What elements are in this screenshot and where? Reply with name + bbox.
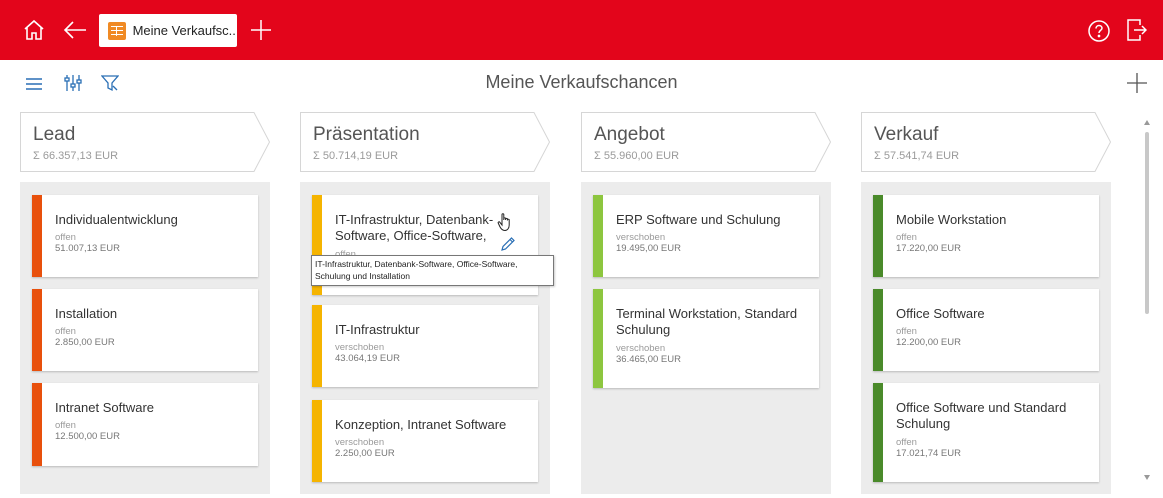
opportunity-card[interactable]: Mobile Workstation offen 17.220,00 EUR [873,195,1099,277]
tooltip: IT-Infrastruktur, Datenbank-Software, Of… [311,255,554,286]
opportunity-card[interactable]: ERP Software und Schulung verschoben 19.49… [593,195,819,277]
card-status: verschoben [616,343,666,354]
column-title: Präsentation [313,124,420,145]
stage-color-bar [593,289,603,388]
card-status: offen [896,437,917,448]
column-title: Angebot [594,124,665,145]
card-amount: 2.850,00 EUR [55,337,115,348]
opportunity-card[interactable]: IT-Infrastruktur verschoben 43.064,19 EUR [312,305,538,387]
stage-color-bar [593,195,603,277]
card-status: verschoben [335,342,385,353]
card-title: Mobile Workstation [896,212,1007,227]
card-amount: 17.021,74 EUR [896,448,961,459]
column-header[interactable]: Präsentation Σ 50.714,19 EUR [300,112,550,172]
column-header[interactable]: Lead Σ 66.357,13 EUR [20,112,270,172]
column-sum: Σ 50.714,19 EUR [313,150,399,162]
card-amount: 36.465,00 EUR [616,354,681,365]
card-status: offen [55,326,76,337]
card-status: verschoben [616,232,666,243]
card-title: Individualentwicklung [55,212,178,227]
card-status: offen [55,232,76,243]
app-header: Meine Verkaufsc... [0,0,1163,60]
column-body: ERP Software und Schulung verschoben 19.49… [581,182,831,494]
opportunity-card[interactable]: Terminal Workstation, Standard Schulung v… [593,289,819,388]
card-title: Intranet Software [55,400,154,415]
column-body: Individualentwicklung offen 51.007,13 EUR I… [20,182,270,494]
column-header[interactable]: Angebot Σ 55.960,00 EUR [581,112,831,172]
column-title: Verkauf [874,124,939,145]
card-amount: 12.200,00 EUR [896,337,961,348]
card-status: offen [896,232,917,243]
opportunity-card[interactable]: Office Software und Standard Schulung off… [873,383,1099,482]
card-status: offen [55,420,76,431]
help-icon[interactable] [1086,18,1112,44]
opportunity-card[interactable]: Installation offen 2.850,00 EUR [32,289,258,371]
table-icon [108,21,126,40]
card-status: offen [896,326,917,337]
stage-color-bar [312,400,322,482]
logout-icon[interactable] [1123,17,1149,43]
stage-color-bar [32,383,42,466]
card-title: Office Software und Standard Schulung [896,400,1067,431]
plus-icon[interactable] [249,18,273,42]
tab-meine-verkaufschancen[interactable]: Meine Verkaufsc... [99,14,237,47]
stage-color-bar [873,289,883,371]
card-title: ERP Software und Schulung [616,212,781,227]
stage-color-bar [32,195,42,277]
card-amount: 12.500,00 EUR [55,431,120,442]
column-body: Mobile Workstation offen 17.220,00 EUR Offi… [861,182,1111,494]
opportunity-card[interactable]: Intranet Software offen 12.500,00 EUR [32,383,258,466]
column-title: Lead [33,124,76,145]
stage-color-bar [312,305,322,387]
vertical-scrollbar[interactable] [1140,112,1154,494]
card-amount: 19.495,00 EUR [616,243,681,254]
stage-color-bar [873,195,883,277]
card-title: Installation [55,306,118,321]
card-title: Office Software [896,306,985,321]
card-title: IT-Infrastruktur [335,322,420,337]
hand-cursor-icon [497,212,513,237]
card-amount: 43.064,19 EUR [335,353,400,364]
card-amount: 17.220,00 EUR [896,243,961,254]
column-sum: Σ 55.960,00 EUR [594,150,680,162]
page-title: Meine Verkaufschancen [485,72,678,92]
card-title: Konzeption, Intranet Software [335,417,507,432]
stage-color-bar [32,289,42,371]
back-arrow-icon[interactable] [61,16,89,44]
card-status: verschoben [335,437,385,448]
opportunity-card[interactable]: Office Software offen 12.200,00 EUR [873,289,1099,371]
opportunity-card[interactable]: Konzeption, Intranet Software verschoben 2… [312,400,538,482]
card-amount: 2.250,00 EUR [335,448,395,459]
tab-label: Meine Verkaufsc... [132,23,237,38]
edit-pencil-icon[interactable] [500,236,516,257]
column-sum: Σ 66.357,13 EUR [33,150,119,162]
stage-color-bar [873,383,883,482]
column-header[interactable]: Verkauf Σ 57.541,74 EUR [861,112,1111,172]
home-icon[interactable] [20,16,48,44]
card-amount: 51.007,13 EUR [55,243,120,254]
opportunity-card[interactable]: Individualentwicklung offen 51.007,13 EUR [32,195,258,277]
card-title: Terminal Workstation, Standard Schulung [616,306,798,337]
column-sum: Σ 57.541,74 EUR [874,150,960,162]
